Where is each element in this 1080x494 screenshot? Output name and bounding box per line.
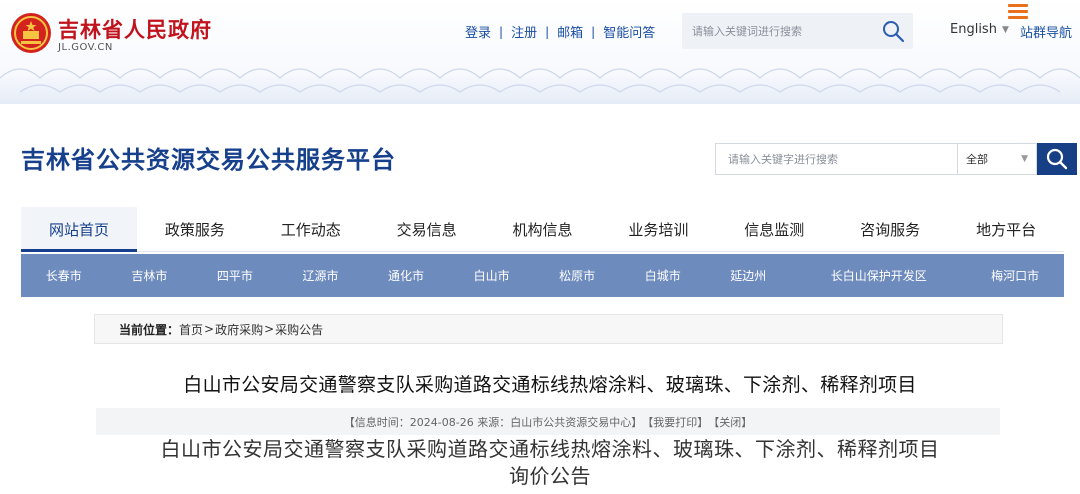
chevron-down-icon: ▼	[1021, 154, 1028, 164]
breadcrumb-label: 当前位置：	[119, 322, 180, 337]
site-group-nav-link[interactable]: 站群导航	[1020, 22, 1072, 41]
print-button[interactable]: 【我要打印】	[642, 414, 708, 430]
city-link-liaoyuan[interactable]: 辽源市	[278, 254, 364, 297]
search-scope-select[interactable]: 全部 ▼	[957, 143, 1037, 175]
city-link-changbaishan[interactable]: 长白山保护开发区	[791, 254, 966, 297]
gov-search-input[interactable]	[692, 13, 872, 49]
search-icon[interactable]	[881, 19, 905, 43]
city-link-baishan[interactable]: 白山市	[449, 254, 535, 297]
nav-tab-local-platform[interactable]: 地方平台	[948, 207, 1064, 251]
nav-tab-training[interactable]: 业务培训	[600, 207, 716, 251]
main-nav: 网站首页 政策服务 工作动态 交易信息 机构信息 业务培训 信息监测 咨询服务 …	[21, 207, 1064, 252]
divider: |	[499, 24, 504, 39]
breadcrumb-gov-procurement-link[interactable]: 政府采购	[215, 321, 263, 338]
smart-qa-link[interactable]: 智能问答	[600, 22, 658, 41]
breadcrumb-separator: >	[264, 322, 275, 336]
search-icon	[1046, 148, 1068, 170]
mailbox-link[interactable]: 邮箱	[554, 22, 586, 41]
gov-site-title[interactable]: 吉林省人民政府	[58, 14, 212, 44]
city-link-yanbian[interactable]: 延边州	[706, 254, 792, 297]
announcement-heading: 白山市公安局交通警察支队采购道路交通标线热熔涂料、玻璃珠、下涂剂、稀释剂项目 询…	[0, 436, 1080, 490]
gov-domain-label: JL.GOV.CN	[58, 42, 113, 53]
announcement-heading-line2: 询价公告	[509, 464, 591, 488]
language-label: English	[950, 22, 997, 37]
nav-tab-home[interactable]: 网站首页	[21, 207, 137, 252]
divider: |	[591, 24, 596, 39]
nav-tab-policy-service[interactable]: 政策服务	[137, 207, 253, 251]
city-link-meihekou[interactable]: 梅河口市	[966, 254, 1064, 297]
national-emblem-icon[interactable]	[10, 12, 52, 54]
gov-header: 吉林省人民政府 JL.GOV.CN 登录 | 注册 | 邮箱 | 智能问答 En…	[0, 0, 1080, 104]
nav-tab-trade-info[interactable]: 交易信息	[369, 207, 485, 251]
city-link-tonghua[interactable]: 通化市	[363, 254, 449, 297]
chevron-down-icon: ▼	[1001, 24, 1009, 35]
platform-title[interactable]: 吉林省公共资源交易公共服务平台	[21, 140, 396, 175]
article-title: 白山市公安局交通警察支队采购道路交通标线热熔涂料、玻璃珠、下涂剂、稀释剂项目	[183, 374, 917, 396]
nav-tab-agency-info[interactable]: 机构信息	[485, 207, 601, 251]
nav-tab-monitoring[interactable]: 信息监测	[716, 207, 832, 251]
city-link-changchun[interactable]: 长春市	[21, 254, 107, 297]
city-link-songyuan[interactable]: 松原市	[534, 254, 620, 297]
breadcrumb: 当前位置： 首页 > 政府采购 > 采购公告	[94, 314, 1003, 344]
gov-search-box	[682, 13, 913, 49]
breadcrumb-procurement-notice-link[interactable]: 采购公告	[275, 321, 323, 338]
city-nav: 长春市 吉林市 四平市 辽源市 通化市 白山市 松原市 白城市 延边州 长白山保…	[21, 254, 1064, 297]
article-meta-bar: 【信息时间：2024-08-26 来源：白山市公共资源交易中心】 【我要打印】 …	[96, 408, 1000, 435]
article-meta-info: 【信息时间：2024-08-26 来源：白山市公共资源交易中心】	[343, 415, 643, 429]
breadcrumb-home-link[interactable]: 首页	[179, 321, 203, 338]
hamburger-menu-icon[interactable]	[1008, 4, 1028, 22]
city-link-siping[interactable]: 四平市	[192, 254, 278, 297]
login-link[interactable]: 登录	[462, 22, 494, 41]
divider: |	[545, 24, 550, 39]
platform-search-input[interactable]	[715, 143, 957, 175]
nav-tab-consulting[interactable]: 咨询服务	[832, 207, 948, 251]
city-link-jilin[interactable]: 吉林市	[107, 254, 193, 297]
city-link-baicheng[interactable]: 白城市	[620, 254, 706, 297]
cloud-pattern-decoration	[0, 48, 1080, 104]
platform-search: 全部 ▼	[715, 143, 1077, 175]
announcement-heading-line1: 白山市公安局交通警察支队采购道路交通标线热熔涂料、玻璃珠、下涂剂、稀释剂项目	[160, 437, 940, 461]
search-scope-value: 全部	[966, 153, 988, 166]
language-select[interactable]: English ▼	[950, 22, 1009, 37]
nav-tab-work-news[interactable]: 工作动态	[253, 207, 369, 251]
platform-search-button[interactable]	[1037, 143, 1077, 175]
breadcrumb-separator: >	[204, 322, 215, 336]
register-link[interactable]: 注册	[508, 22, 540, 41]
close-button[interactable]: 【关闭】	[708, 414, 752, 430]
top-links: 登录 | 注册 | 邮箱 | 智能问答	[462, 22, 658, 42]
